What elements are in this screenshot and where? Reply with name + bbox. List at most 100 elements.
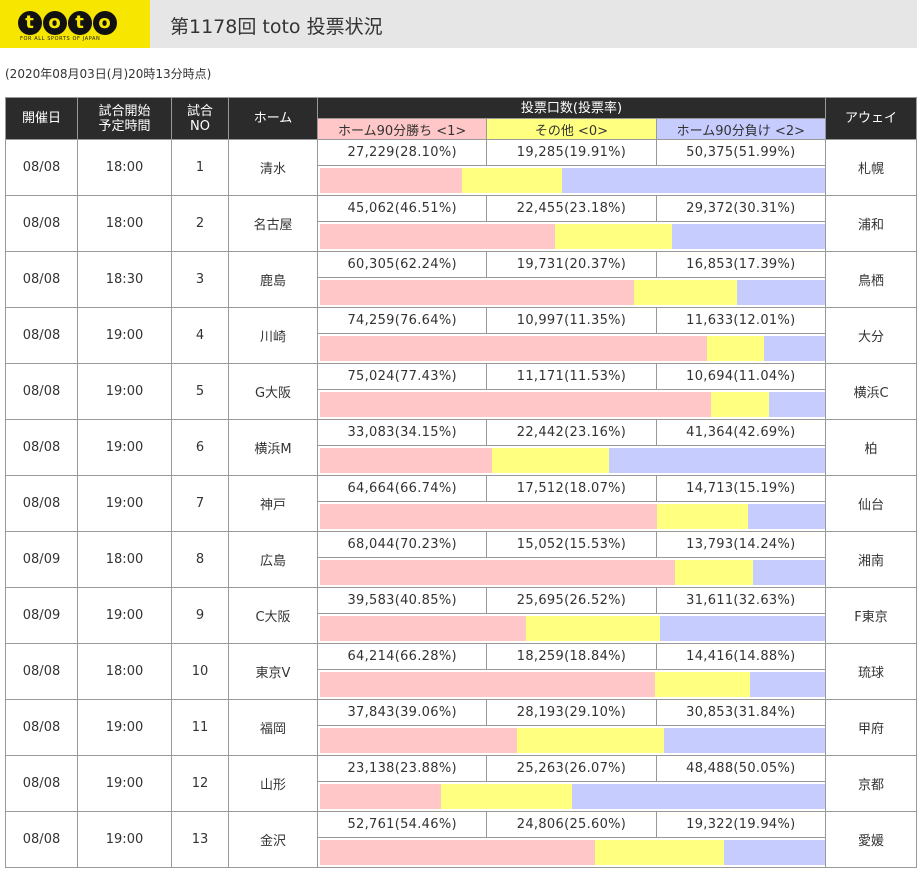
home-win-votes: 27,229(28.10%) bbox=[316, 139, 488, 166]
match-start-time: 19:00 bbox=[77, 587, 172, 644]
match-date: 08/08 bbox=[5, 139, 78, 196]
draw-votes: 24,806(25.60%) bbox=[486, 811, 657, 838]
match-row: 08/08 19:00 5 G大阪 75,024(77.43%) 11,171(11.53… bbox=[5, 363, 917, 420]
draw-votes: 22,455(23.18%) bbox=[486, 195, 657, 222]
away-win-votes: 31,611(32.63%) bbox=[655, 587, 827, 614]
home-team: 鹿島 bbox=[228, 251, 318, 308]
vote-ratio-cell bbox=[317, 165, 826, 196]
header-match-no: 試合 NO bbox=[171, 97, 229, 140]
away-team: 横浜C bbox=[825, 363, 917, 420]
draw-bar-segment bbox=[657, 504, 749, 529]
home-team: 川崎 bbox=[228, 307, 318, 364]
home-win-bar-segment bbox=[320, 504, 658, 529]
home-win-bar-segment bbox=[320, 728, 518, 753]
match-date: 08/09 bbox=[5, 587, 78, 644]
home-team: 山形 bbox=[228, 755, 318, 812]
home-team: 横浜M bbox=[228, 419, 318, 476]
match-number: 10 bbox=[171, 643, 229, 700]
draw-votes: 19,731(20.37%) bbox=[486, 251, 657, 278]
home-win-bar-segment bbox=[320, 840, 596, 865]
toto-logo-mark: toto bbox=[18, 5, 118, 35]
match-row: 08/08 19:00 7 神戸 64,664(66.74%) 17,512(18.07%… bbox=[5, 475, 917, 532]
home-win-votes: 39,583(40.85%) bbox=[316, 587, 488, 614]
logo-tagline: FOR ALL SPORTS OF JAPAN bbox=[20, 36, 101, 42]
vote-ratio-bar bbox=[320, 728, 825, 753]
draw-bar-segment bbox=[554, 224, 672, 249]
header-home: ホーム bbox=[228, 97, 318, 140]
draw-votes: 11,171(11.53%) bbox=[486, 363, 657, 390]
header-start-time-line2: 予定時間 bbox=[98, 118, 151, 134]
away-win-votes: 48,488(50.05%) bbox=[655, 755, 827, 782]
home-win-votes: 64,214(66.28%) bbox=[316, 643, 488, 670]
vote-ratio-bar bbox=[320, 672, 825, 697]
match-row: 08/09 19:00 9 C大阪 39,583(40.85%) 25,695(26.52… bbox=[5, 587, 917, 644]
draw-votes: 17,512(18.07%) bbox=[486, 475, 657, 502]
match-number: 7 bbox=[171, 475, 229, 532]
match-row: 08/08 18:30 3 鹿島 60,305(62.24%) 19,731(20.37%… bbox=[5, 251, 917, 308]
home-win-bar-segment bbox=[320, 336, 708, 361]
vote-ratio-cell bbox=[317, 333, 826, 364]
home-win-votes: 23,138(23.88%) bbox=[316, 755, 488, 782]
home-team: 金沢 bbox=[228, 811, 318, 868]
draw-votes: 15,052(15.53%) bbox=[486, 531, 657, 558]
header-votes: 投票口数(投票率) bbox=[317, 97, 826, 119]
away-win-bar-segment bbox=[764, 336, 825, 361]
home-win-votes: 74,259(76.64%) bbox=[316, 307, 488, 334]
vote-ratio-cell bbox=[317, 445, 826, 476]
vote-ratio-cell bbox=[317, 277, 826, 308]
draw-bar-segment bbox=[440, 784, 573, 809]
away-team: 愛媛 bbox=[825, 811, 917, 868]
away-team: 大分 bbox=[825, 307, 917, 364]
draw-votes: 28,193(29.10%) bbox=[486, 699, 657, 726]
away-win-bar-segment bbox=[609, 448, 825, 473]
home-win-bar-segment bbox=[320, 560, 675, 585]
draw-bar-segment bbox=[461, 168, 563, 193]
away-win-bar-segment bbox=[748, 504, 825, 529]
away-team: 湘南 bbox=[825, 531, 917, 588]
match-row: 08/08 19:00 6 横浜M 33,083(34.15%) 22,442(23.16… bbox=[5, 419, 917, 476]
vote-ratio-bar bbox=[320, 336, 825, 361]
away-win-bar-segment bbox=[749, 672, 825, 697]
home-win-votes: 64,664(66.74%) bbox=[316, 475, 488, 502]
match-date: 08/08 bbox=[5, 755, 78, 812]
draw-bar-segment bbox=[634, 280, 738, 305]
draw-bar-segment bbox=[526, 616, 661, 641]
match-date: 08/08 bbox=[5, 363, 78, 420]
vote-ratio-cell bbox=[317, 557, 826, 588]
toto-logo[interactable]: toto FOR ALL SPORTS OF JAPAN bbox=[0, 0, 150, 48]
match-number: 8 bbox=[171, 531, 229, 588]
draw-votes: 25,695(26.52%) bbox=[486, 587, 657, 614]
vote-ratio-cell bbox=[317, 781, 826, 812]
match-row: 08/08 19:00 4 川崎 74,259(76.64%) 10,997(11.35%… bbox=[5, 307, 917, 364]
vote-ratio-cell bbox=[317, 389, 826, 420]
vote-ratio-bar bbox=[320, 168, 825, 193]
match-number: 5 bbox=[171, 363, 229, 420]
match-date: 08/08 bbox=[5, 419, 78, 476]
draw-votes: 18,259(18.84%) bbox=[486, 643, 657, 670]
away-team: 札幌 bbox=[825, 139, 917, 196]
away-win-bar-segment bbox=[562, 168, 825, 193]
draw-bar-segment bbox=[707, 336, 765, 361]
away-win-votes: 19,322(19.94%) bbox=[655, 811, 827, 838]
match-number: 2 bbox=[171, 195, 229, 252]
home-team: 東京V bbox=[228, 643, 318, 700]
away-win-votes: 30,853(31.84%) bbox=[655, 699, 827, 726]
update-timestamp: (2020年08月03日(月)20時13分時点) bbox=[5, 67, 212, 81]
home-team: G大阪 bbox=[228, 363, 318, 420]
header-match-no-line2: NO bbox=[190, 118, 210, 134]
away-team: 鳥栖 bbox=[825, 251, 917, 308]
home-win-bar-segment bbox=[320, 280, 635, 305]
vote-ratio-bar bbox=[320, 616, 825, 641]
home-win-votes: 52,761(54.46%) bbox=[316, 811, 488, 838]
home-team: 神戸 bbox=[228, 475, 318, 532]
match-start-time: 19:00 bbox=[77, 363, 172, 420]
home-win-votes: 60,305(62.24%) bbox=[316, 251, 488, 278]
match-row: 08/08 19:00 12 山形 23,138(23.88%) 25,263(26.07… bbox=[5, 755, 917, 812]
home-win-votes: 45,062(46.51%) bbox=[316, 195, 488, 222]
match-date: 08/08 bbox=[5, 699, 78, 756]
match-number: 12 bbox=[171, 755, 229, 812]
match-number: 13 bbox=[171, 811, 229, 868]
match-start-time: 19:00 bbox=[77, 811, 172, 868]
draw-votes: 25,263(26.07%) bbox=[486, 755, 657, 782]
draw-votes: 19,285(19.91%) bbox=[486, 139, 657, 166]
